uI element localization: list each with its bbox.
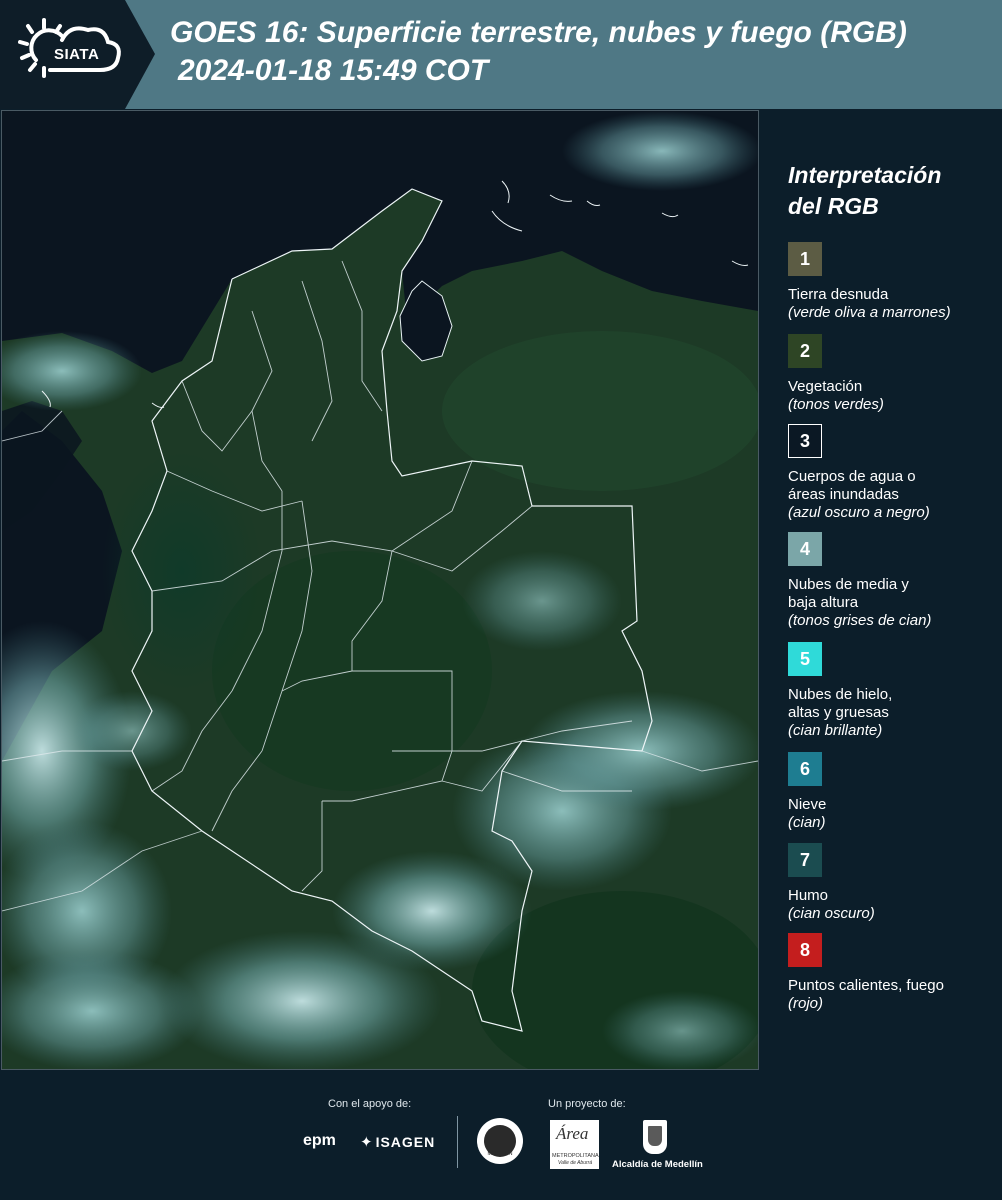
legend-item-snow: 6 Nieve (cian) bbox=[788, 752, 1002, 832]
title-line-1: GOES 16: Superficie terrestre, nubes y f… bbox=[170, 16, 907, 49]
legend-swatch: 7 bbox=[788, 843, 822, 877]
legend-swatch: 2 bbox=[788, 334, 822, 368]
legend-label: Nubes de hielo, altas y gruesas bbox=[788, 686, 893, 721]
siata-logo: SIATA bbox=[0, 0, 155, 109]
legend-label: Nieve bbox=[788, 796, 827, 813]
project-label: Un proyecto de: bbox=[548, 1098, 626, 1110]
siata-logo-text: SIATA bbox=[54, 46, 100, 63]
legend-panel: Interpretación del RGB 1 Tierra desnuda … bbox=[768, 110, 1002, 1070]
page-title: GOES 16: Superficie terrestre, nubes y f… bbox=[170, 14, 1000, 90]
epm-logo: epm bbox=[303, 1132, 336, 1149]
legend-label: Puntos calientes, fuego bbox=[788, 977, 944, 994]
legend-title: Interpretación del RGB bbox=[788, 160, 941, 222]
legend-note: (azul oscuro a negro) bbox=[788, 504, 930, 521]
university-seal-logo: MEDELLÍN bbox=[477, 1118, 523, 1164]
legend-label: Cuerpos de agua o áreas inundadas bbox=[788, 468, 916, 503]
support-label: Con el apoyo de: bbox=[328, 1098, 412, 1110]
legend-title-line-2: del RGB bbox=[788, 193, 879, 219]
legend-swatch: 1 bbox=[788, 242, 822, 276]
legend-item-fire: 8 Puntos calientes, fuego (rojo) bbox=[788, 933, 1002, 1013]
legend-item-smoke: 7 Humo (cian oscuro) bbox=[788, 843, 1002, 923]
legend-note: (cian brillante) bbox=[788, 722, 883, 739]
legend-swatch: 8 bbox=[788, 933, 822, 967]
legend-note: (verde oliva a marrones) bbox=[788, 304, 951, 321]
alcaldia-medellin-label: Alcaldía de Medellín bbox=[612, 1159, 703, 1170]
legend-note: (rojo) bbox=[788, 995, 824, 1012]
legend-swatch: 6 bbox=[788, 752, 822, 786]
medellin-crest-icon bbox=[643, 1120, 667, 1154]
legend-swatch: 4 bbox=[788, 532, 822, 566]
area-metropolitana-logo: Área METROPOLITANA Valle de Aburrá bbox=[550, 1120, 599, 1169]
legend-item-low-clouds: 4 Nubes de media y baja altura (tonos gr… bbox=[788, 532, 1002, 630]
footer-logos: Con el apoyo de: Un proyecto de: epm ✦ IS… bbox=[0, 1070, 1002, 1200]
legend-swatch: 3 bbox=[788, 424, 822, 458]
legend-item-bare-soil: 1 Tierra desnuda (verde oliva a marrones… bbox=[788, 242, 1002, 322]
satellite-image bbox=[2, 111, 758, 1069]
isagen-logo: ✦ ISAGEN bbox=[360, 1134, 436, 1151]
isagen-star-icon: ✦ bbox=[360, 1134, 374, 1151]
legend-item-water: 3 Cuerpos de agua o áreas inundadas (azu… bbox=[788, 424, 1002, 522]
satellite-map[interactable] bbox=[1, 110, 759, 1070]
legend-item-ice-clouds: 5 Nubes de hielo, altas y gruesas (cian … bbox=[788, 642, 1002, 740]
legend-title-line-1: Interpretación bbox=[788, 162, 942, 188]
legend-note: (cian oscuro) bbox=[788, 905, 875, 922]
legend-note: (tonos verdes) bbox=[788, 396, 884, 413]
footer-divider bbox=[457, 1116, 458, 1168]
legend-label: Vegetación bbox=[788, 378, 863, 395]
legend-label: Nubes de media y baja altura bbox=[788, 576, 909, 611]
legend-note: (tonos grises de cian) bbox=[788, 612, 932, 629]
legend-swatch: 5 bbox=[788, 642, 822, 676]
header-bar: SIATA GOES 16: Superficie terrestre, nub… bbox=[0, 0, 1002, 109]
legend-label: Humo bbox=[788, 887, 829, 904]
title-line-2: 2024-01-18 15:49 COT bbox=[178, 54, 489, 87]
legend-label: Tierra desnuda bbox=[788, 286, 889, 303]
legend-item-vegetation: 2 Vegetación (tonos verdes) bbox=[788, 334, 1002, 414]
legend-note: (cian) bbox=[788, 814, 826, 831]
